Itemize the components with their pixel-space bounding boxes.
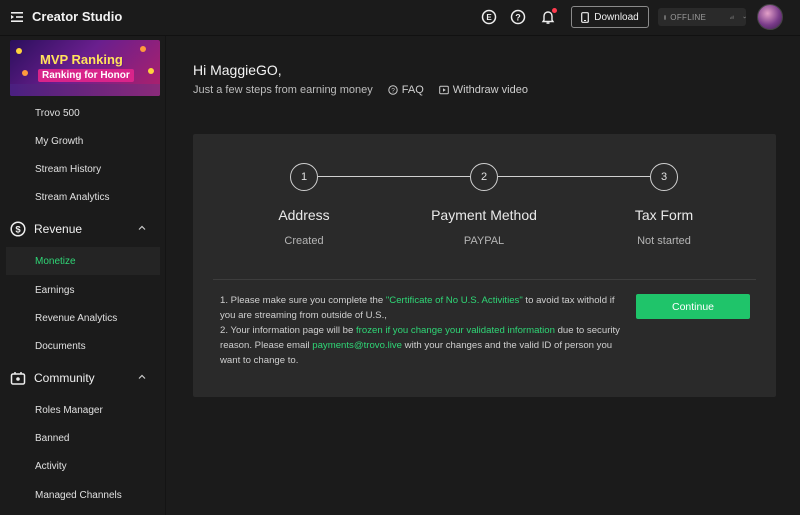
faq-link[interactable]: ? FAQ (388, 84, 424, 96)
svg-text:$: $ (15, 225, 21, 236)
coin-icon[interactable]: E (480, 8, 498, 26)
status-label: OFFLINE (670, 12, 707, 22)
certificate-link[interactable]: "Certificate of No U.S. Activities" (386, 295, 523, 306)
signal-icon (730, 15, 734, 19)
collapse-menu-icon[interactable] (10, 10, 24, 24)
sidebar-item-trovo-500[interactable]: Trovo 500 (0, 99, 160, 127)
sidebar-item-roles-manager[interactable]: Roles Manager (0, 396, 160, 424)
note-text: 1. Please make sure you complete the (220, 295, 386, 306)
sidebar-item-earnings[interactable]: Earnings (0, 276, 160, 304)
download-button[interactable]: Download (571, 6, 649, 28)
video-icon (438, 85, 449, 95)
frozen-info-link[interactable]: frozen if you change your validated info… (356, 325, 555, 336)
community-icon (10, 372, 26, 385)
continue-button[interactable]: Continue (636, 294, 750, 319)
step-1-circle[interactable]: 1 (290, 163, 318, 191)
banner-title: MVP Ranking (40, 52, 123, 67)
sidebar-item-documents[interactable]: Documents (0, 332, 160, 360)
sparkle-icon (16, 48, 22, 54)
app-title: Creator Studio (32, 9, 123, 24)
sidebar-section-revenue[interactable]: $ Revenue (0, 215, 160, 243)
step-1-status: Created (284, 235, 324, 247)
sidebar-item-banned[interactable]: Banned (0, 424, 160, 452)
subtitle-row: Just a few steps from earning money ? FA… (193, 84, 528, 96)
step-2-status: PAYPAL (463, 235, 505, 247)
banner-strip (10, 84, 160, 96)
sidebar-item-monetize[interactable]: Monetize (6, 247, 160, 275)
svg-text:E: E (486, 13, 492, 22)
sparkle-icon (22, 70, 28, 76)
sidebar-item-revenue-analytics[interactable]: Revenue Analytics (0, 304, 160, 332)
svg-text:?: ? (391, 88, 395, 95)
sidebar-item-activity[interactable]: Activity (0, 452, 160, 480)
notification-dot (552, 8, 557, 13)
step-connector (318, 176, 470, 177)
chevron-up-icon (138, 225, 146, 230)
notification-bell-icon[interactable] (539, 8, 557, 26)
mvp-ranking-banner[interactable]: MVP Ranking Ranking for Honor (10, 40, 160, 96)
svg-text:?: ? (515, 13, 521, 23)
email-link[interactable]: payments@trovo.live (312, 340, 402, 351)
phone-icon (581, 11, 590, 23)
status-dot (664, 14, 667, 20)
avatar[interactable] (757, 4, 783, 30)
section-label: Revenue (34, 222, 83, 236)
step-connector (498, 176, 650, 177)
step-2-title: Payment Method (431, 207, 537, 223)
step-3-circle[interactable]: 3 (650, 163, 678, 191)
top-bar: Creator Studio E ? Download OFFLINE (0, 0, 800, 36)
sidebar: MVP Ranking Ranking for Honor Trovo 500 … (0, 36, 166, 515)
brand[interactable]: Creator Studio (10, 9, 122, 24)
download-label: Download (594, 11, 639, 23)
section-label: Community (34, 371, 95, 385)
step-3-status: Not started (637, 235, 691, 247)
banner-subtitle: Ranking for Honor (38, 69, 134, 82)
note-text: 2. Your information page will be (220, 325, 356, 336)
sidebar-item-stream-history[interactable]: Stream History (0, 155, 160, 183)
subtitle: Just a few steps from earning money (193, 84, 373, 96)
sidebar-item-stream-analytics[interactable]: Stream Analytics (0, 183, 160, 211)
step-2-circle[interactable]: 2 (470, 163, 498, 191)
sidebar-section-community[interactable]: Community (0, 364, 160, 392)
onboarding-card: 1 2 3 Address Payment Method Tax Form Cr… (193, 134, 776, 397)
sidebar-item-managed-channels[interactable]: Managed Channels (0, 481, 160, 509)
sidebar-item-my-growth[interactable]: My Growth (0, 127, 160, 155)
divider (213, 279, 756, 280)
step-1-title: Address (278, 207, 330, 223)
sparkle-icon (148, 68, 154, 74)
stream-status-dropdown[interactable]: OFFLINE (658, 8, 746, 26)
step-3-title: Tax Form (634, 207, 694, 223)
help-icon[interactable]: ? (509, 8, 527, 26)
dollar-icon: $ (10, 221, 26, 237)
notes: 1. Please make sure you complete the "Ce… (220, 293, 620, 368)
withdraw-video-link[interactable]: Withdraw video (438, 84, 528, 96)
sparkle-icon (140, 46, 146, 52)
greeting: Hi MaggieGO, (193, 62, 282, 78)
chevron-down-icon (743, 16, 746, 18)
help-icon: ? (388, 85, 398, 95)
chevron-up-icon (138, 374, 146, 379)
